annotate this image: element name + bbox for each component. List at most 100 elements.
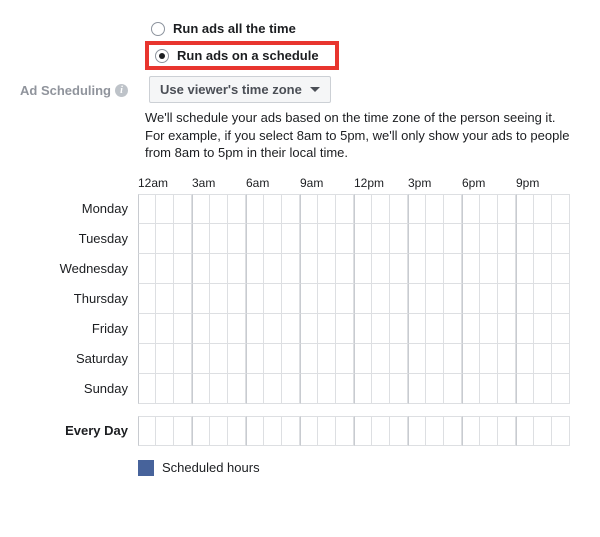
schedule-cell[interactable] bbox=[480, 224, 498, 254]
radio-run-on-schedule[interactable]: Run ads on a schedule bbox=[149, 45, 325, 66]
schedule-cell[interactable] bbox=[336, 224, 354, 254]
schedule-cell[interactable] bbox=[552, 194, 570, 224]
schedule-cell[interactable] bbox=[174, 416, 192, 446]
schedule-cell[interactable] bbox=[318, 284, 336, 314]
schedule-cell[interactable] bbox=[246, 344, 264, 374]
schedule-cell[interactable] bbox=[534, 374, 552, 404]
schedule-cell[interactable] bbox=[480, 344, 498, 374]
schedule-cell[interactable] bbox=[534, 344, 552, 374]
schedule-cell[interactable] bbox=[282, 344, 300, 374]
schedule-cell[interactable] bbox=[408, 254, 426, 284]
schedule-cell[interactable] bbox=[516, 194, 534, 224]
schedule-cell[interactable] bbox=[192, 194, 210, 224]
schedule-cell[interactable] bbox=[498, 284, 516, 314]
schedule-cell[interactable] bbox=[498, 374, 516, 404]
schedule-cell[interactable] bbox=[210, 254, 228, 284]
schedule-cell[interactable] bbox=[300, 194, 318, 224]
schedule-cell[interactable] bbox=[552, 284, 570, 314]
schedule-cell[interactable] bbox=[408, 284, 426, 314]
schedule-cell[interactable] bbox=[246, 284, 264, 314]
schedule-cell[interactable] bbox=[516, 254, 534, 284]
schedule-cell[interactable] bbox=[444, 284, 462, 314]
schedule-cell[interactable] bbox=[336, 314, 354, 344]
schedule-cell[interactable] bbox=[210, 284, 228, 314]
schedule-cell[interactable] bbox=[192, 254, 210, 284]
schedule-cell[interactable] bbox=[138, 224, 156, 254]
schedule-cell[interactable] bbox=[444, 224, 462, 254]
schedule-cell[interactable] bbox=[228, 416, 246, 446]
schedule-cell[interactable] bbox=[480, 254, 498, 284]
schedule-cell[interactable] bbox=[138, 344, 156, 374]
schedule-cell[interactable] bbox=[246, 224, 264, 254]
schedule-cell[interactable] bbox=[462, 416, 480, 446]
schedule-cell[interactable] bbox=[354, 254, 372, 284]
schedule-cell[interactable] bbox=[156, 314, 174, 344]
schedule-cell[interactable] bbox=[552, 344, 570, 374]
schedule-cell[interactable] bbox=[462, 284, 480, 314]
schedule-cell[interactable] bbox=[516, 344, 534, 374]
schedule-cell[interactable] bbox=[336, 344, 354, 374]
schedule-cell[interactable] bbox=[498, 194, 516, 224]
schedule-cell[interactable] bbox=[192, 344, 210, 374]
schedule-cell[interactable] bbox=[192, 284, 210, 314]
schedule-cell[interactable] bbox=[228, 374, 246, 404]
schedule-cell[interactable] bbox=[318, 224, 336, 254]
schedule-cell[interactable] bbox=[480, 284, 498, 314]
schedule-cell[interactable] bbox=[210, 314, 228, 344]
schedule-cell[interactable] bbox=[408, 344, 426, 374]
schedule-cell[interactable] bbox=[426, 344, 444, 374]
day-row[interactable] bbox=[138, 314, 570, 344]
schedule-cell[interactable] bbox=[516, 284, 534, 314]
schedule-cell[interactable] bbox=[498, 314, 516, 344]
schedule-cell[interactable] bbox=[462, 194, 480, 224]
schedule-cell[interactable] bbox=[300, 224, 318, 254]
day-row[interactable] bbox=[138, 344, 570, 374]
schedule-cell[interactable] bbox=[318, 344, 336, 374]
schedule-cell[interactable] bbox=[462, 314, 480, 344]
schedule-cell[interactable] bbox=[282, 284, 300, 314]
schedule-cell[interactable] bbox=[174, 194, 192, 224]
schedule-cell[interactable] bbox=[264, 416, 282, 446]
schedule-cell[interactable] bbox=[300, 314, 318, 344]
schedule-cell[interactable] bbox=[372, 284, 390, 314]
schedule-cell[interactable] bbox=[534, 194, 552, 224]
radio-run-all-time[interactable]: Run ads all the time bbox=[145, 18, 580, 39]
schedule-cell[interactable] bbox=[228, 224, 246, 254]
schedule-cell[interactable] bbox=[534, 416, 552, 446]
schedule-cell[interactable] bbox=[300, 284, 318, 314]
schedule-cell[interactable] bbox=[282, 224, 300, 254]
schedule-cell[interactable] bbox=[282, 254, 300, 284]
schedule-cell[interactable] bbox=[300, 416, 318, 446]
schedule-cell[interactable] bbox=[138, 374, 156, 404]
schedule-cell[interactable] bbox=[516, 314, 534, 344]
schedule-cell[interactable] bbox=[246, 194, 264, 224]
schedule-cell[interactable] bbox=[372, 314, 390, 344]
schedule-cell[interactable] bbox=[264, 194, 282, 224]
schedule-cell[interactable] bbox=[318, 374, 336, 404]
schedule-cell[interactable] bbox=[264, 284, 282, 314]
schedule-cell[interactable] bbox=[156, 344, 174, 374]
schedule-cell[interactable] bbox=[426, 254, 444, 284]
schedule-cell[interactable] bbox=[138, 194, 156, 224]
schedule-cell[interactable] bbox=[264, 314, 282, 344]
schedule-cell[interactable] bbox=[372, 194, 390, 224]
schedule-cell[interactable] bbox=[390, 224, 408, 254]
info-icon[interactable]: i bbox=[115, 84, 128, 97]
schedule-cell[interactable] bbox=[318, 194, 336, 224]
schedule-cell[interactable] bbox=[210, 224, 228, 254]
schedule-cell[interactable] bbox=[426, 314, 444, 344]
schedule-cell[interactable] bbox=[426, 194, 444, 224]
schedule-cell[interactable] bbox=[192, 314, 210, 344]
schedule-cell[interactable] bbox=[210, 374, 228, 404]
schedule-cell[interactable] bbox=[354, 374, 372, 404]
day-row[interactable] bbox=[138, 254, 570, 284]
schedule-cell[interactable] bbox=[138, 314, 156, 344]
day-row[interactable] bbox=[138, 224, 570, 254]
schedule-cell[interactable] bbox=[246, 254, 264, 284]
schedule-cell[interactable] bbox=[372, 344, 390, 374]
schedule-cell[interactable] bbox=[390, 254, 408, 284]
schedule-cell[interactable] bbox=[192, 224, 210, 254]
schedule-cell[interactable] bbox=[336, 416, 354, 446]
schedule-cell[interactable] bbox=[498, 416, 516, 446]
schedule-cell[interactable] bbox=[426, 284, 444, 314]
